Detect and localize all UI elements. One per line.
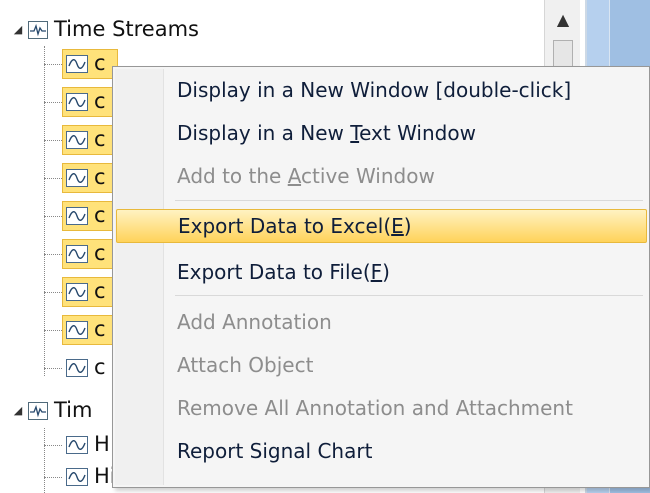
waveform-icon [66,131,88,149]
waveform-icon [66,55,88,73]
menu-separator [175,200,643,201]
menu-item-label: Display in a New Text Window [177,121,476,145]
tree-item-label[interactable]: c [94,241,106,265]
menu-item-export-file[interactable]: Export Data to File(F) [163,255,647,289]
menu-item-label: Attach Object [177,353,314,377]
tree-item-label[interactable]: c [94,203,106,227]
scroll-up-arrow-icon[interactable]: ▲ [549,4,577,34]
menu-item-attach-object[interactable]: Attach Object [163,348,647,382]
expand-arrow-icon[interactable]: ◢ [12,405,24,417]
menu-item-label: Add Annotation [177,310,332,334]
waveform-icon [66,359,88,377]
tree-item-label[interactable]: c [94,89,106,113]
tree-connector [44,178,62,179]
waveform-icon [66,321,88,339]
tree-item-label[interactable]: c [94,317,106,341]
tree-connector [44,330,62,331]
expand-arrow-icon[interactable]: ◢ [12,24,24,36]
tree-item-label[interactable]: H [94,432,110,456]
tree-connector [44,428,45,493]
menu-separator [175,295,643,296]
waveform-icon [66,283,88,301]
tree-connector [44,102,62,103]
tree-connector [44,368,62,369]
tree-connector [44,46,45,376]
menu-item-remove-all-annotation[interactable]: Remove All Annotation and Attachment [163,391,647,425]
waveform-icon [66,245,88,263]
menu-item-label: Export Data to File(F) [177,260,390,284]
tree-connector [44,445,62,446]
tree-connector [44,140,62,141]
tree-group-label[interactable]: Time Streams [54,17,199,41]
tree-group-label[interactable]: Tim [54,398,92,422]
tree-connector [44,477,62,478]
menu-item-add-to-active-window[interactable]: Add to the Active Window [163,159,647,193]
menu-item-label: Remove All Annotation and Attachment [177,396,573,420]
menu-item-report-signal-chart[interactable]: Report Signal Chart [163,434,647,468]
signal-group-icon [28,402,48,420]
waveform-icon [66,468,88,486]
context-menu: Display in a New Window [double-click] D… [112,66,650,488]
tree-item-label[interactable]: c [94,51,106,75]
waveform-icon [66,169,88,187]
waveform-icon [66,436,88,454]
waveform-icon [66,207,88,225]
waveform-icon [66,93,88,111]
menu-item-display-new-window[interactable]: Display in a New Window [double-click] [163,73,647,107]
tree-connector [44,64,62,65]
menu-item-add-annotation[interactable]: Add Annotation [163,305,647,339]
menu-item-label: Export Data to Excel(E) [178,214,412,238]
context-menu-icon-gutter [115,69,164,485]
tree-connector [44,292,62,293]
menu-item-label: Report Signal Chart [177,439,373,463]
tree-connector [44,216,62,217]
menu-item-display-new-text-window[interactable]: Display in a New Text Window [163,116,647,150]
menu-item-label: Add to the Active Window [177,164,435,188]
tree-item-label[interactable]: c [94,165,106,189]
tree-item-label[interactable]: c [94,127,106,151]
tree-item-label[interactable]: c [94,279,106,303]
tree-connector [44,254,62,255]
tree-item-label[interactable]: c [94,355,106,379]
menu-item-export-excel[interactable]: Export Data to Excel(E) [116,209,647,243]
signal-group-icon [28,21,48,39]
menu-item-label: Display in a New Window [double-click] [177,78,572,102]
